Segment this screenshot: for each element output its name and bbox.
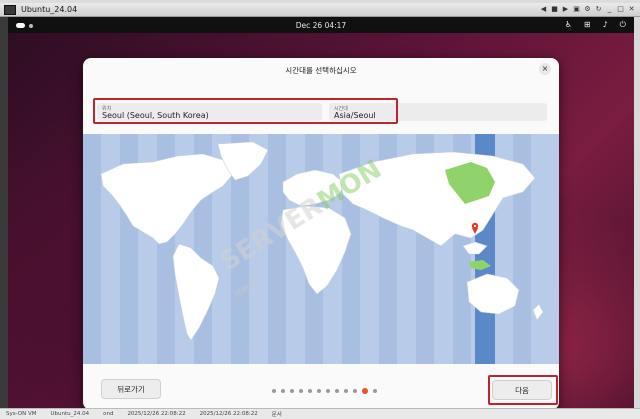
fields-highlight-box [93, 98, 398, 124]
vm-play-icon[interactable]: ▶ [561, 5, 570, 14]
taskbar-item[interactable]: 2025/12/26 22:08:22 [127, 411, 185, 417]
south-america [172, 243, 220, 341]
new-zealand [532, 303, 544, 321]
vm-app-icon [4, 4, 16, 15]
dialog-title: 시간대를 선택하십시오 [285, 66, 357, 75]
page-dot [281, 389, 285, 393]
ubuntu-desktop: Dec 26 04:17 ♿ ⊞ ♪ ⏻ 시간대를 선택하십시오 × 위치 Se… [8, 17, 634, 408]
page-dot [299, 389, 303, 393]
vm-minimize-icon[interactable]: _ [605, 5, 614, 14]
host-left-edge [0, 17, 8, 408]
vm-fullscreen-icon[interactable]: ▣ [572, 5, 581, 14]
timezone-dialog: 시간대를 선택하십시오 × 위치 Seoul (Seoul, South Kor… [83, 58, 559, 408]
world-map-svg [83, 134, 544, 364]
clock[interactable]: Dec 26 04:17 [8, 21, 634, 30]
vm-settings-icon[interactable]: ⚙ [583, 5, 592, 14]
host-taskbar: Sys-ON VM Ubuntu_24.04 ond 2025/12/26 22… [0, 408, 640, 419]
taskbar-item[interactable]: ond [103, 411, 113, 417]
vm-stop-icon[interactable]: ■ [550, 5, 559, 14]
vm-refresh-icon[interactable]: ↻ [594, 5, 603, 14]
accessibility-icon[interactable]: ♿ [565, 20, 572, 30]
page-dot [353, 389, 357, 393]
page-dot [373, 389, 377, 393]
page-dot-active [362, 388, 368, 394]
asia [338, 151, 536, 247]
taskbar-item[interactable]: Ubuntu_24.04 [50, 411, 89, 417]
power-icon[interactable]: ⏻ [620, 20, 626, 30]
taskbar-item[interactable]: Sys-ON VM [6, 411, 36, 417]
vm-window-controls: ◀ ■ ▶ ▣ ⚙ ↻ _ □ ✕ [539, 5, 636, 14]
page-dot [290, 389, 294, 393]
host-right-edge [634, 17, 640, 408]
system-tray[interactable]: ♿ ⊞ ♪ ⏻ [565, 20, 626, 30]
back-button[interactable]: 뒤로가기 [101, 379, 161, 399]
page-dot [326, 389, 330, 393]
page-dot [335, 389, 339, 393]
taskbar-item[interactable]: 문서 [272, 410, 282, 418]
volume-icon[interactable]: ♪ [603, 20, 608, 30]
page-dot [272, 389, 276, 393]
page-indicator [272, 388, 377, 394]
vm-maximize-icon[interactable]: □ [616, 5, 625, 14]
vm-window-titlebar[interactable]: Ubuntu_24.04 ◀ ■ ▶ ▣ ⚙ ↻ _ □ ✕ [0, 3, 640, 17]
page-dot [317, 389, 321, 393]
network-icon[interactable]: ⊞ [584, 20, 591, 30]
vm-window-title: Ubuntu_24.04 [21, 5, 78, 14]
gnome-top-bar: Dec 26 04:17 ♿ ⊞ ♪ ⏻ [8, 17, 634, 33]
taskbar-item[interactable]: 2025/12/26 22:08:22 [200, 411, 258, 417]
world-timezone-map[interactable]: SERVERMON 서버몬 [83, 134, 559, 364]
vm-back-icon[interactable]: ◀ [539, 5, 548, 14]
africa [280, 205, 352, 295]
vm-close-icon[interactable]: ✕ [627, 5, 636, 14]
page-dot [344, 389, 348, 393]
australia [466, 273, 520, 315]
close-icon[interactable]: × [539, 63, 551, 75]
europe [282, 169, 346, 207]
next-button-highlight-box [488, 375, 558, 405]
page-dot [308, 389, 312, 393]
